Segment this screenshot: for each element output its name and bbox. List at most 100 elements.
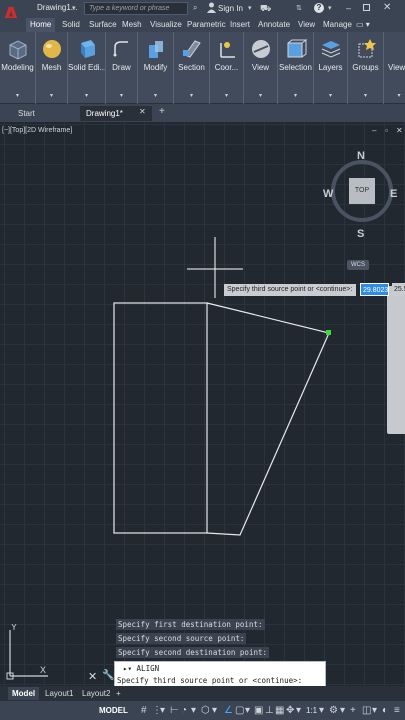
dynamic-input-field-2[interactable]: 25.5 — [392, 283, 405, 296]
close-icon[interactable]: ✕ — [383, 2, 391, 13]
exchange-icon[interactable]: ⇅ — [296, 4, 302, 12]
workspace-gear-icon[interactable]: ⚙ — [329, 705, 338, 717]
command-prompt[interactable]: Specify third source point or <continue>… — [117, 676, 302, 685]
isodraft-icon[interactable]: ⬡ — [201, 705, 210, 717]
sign-in-dropdown-icon[interactable]: ▾ — [248, 4, 252, 12]
chevron-down-icon[interactable]: ▾ — [138, 92, 173, 99]
snap-dropdown-icon[interactable]: ▾ — [160, 705, 165, 717]
tab-solid[interactable]: Solid — [62, 20, 80, 29]
chevron-down-icon[interactable]: ▾ — [106, 92, 137, 99]
sign-in-button[interactable]: Sign In — [218, 4, 243, 13]
chevron-down-icon[interactable]: ▾ — [68, 92, 105, 99]
close-tab-icon[interactable]: ✕ — [139, 107, 146, 116]
ucs-icon — [219, 42, 235, 58]
help-icon[interactable]: ? — [314, 3, 324, 13]
user-icon[interactable] — [207, 2, 216, 13]
annotation-scale-dropdown-icon[interactable]: ▾ — [319, 705, 324, 717]
navigation-bar[interactable] — [387, 286, 405, 434]
3d-osnap-icon[interactable]: ▣ — [254, 705, 263, 717]
minimize-icon[interactable]: – — [346, 3, 351, 13]
workspace-dropdown-icon[interactable]: ▾ — [340, 705, 345, 717]
panel-view[interactable]: View ▾ — [244, 32, 278, 104]
polar-dropdown-icon[interactable]: ▾ — [191, 705, 196, 717]
model-space-toggle[interactable]: MODEL — [99, 706, 128, 715]
isolate-objects-icon[interactable]: ◐ — [382, 705, 388, 717]
panel-layers[interactable]: Layers ▾ — [314, 32, 348, 104]
chevron-down-icon[interactable]: ▾ — [174, 92, 209, 99]
dynamic-input-field[interactable]: 29.8023 — [360, 283, 389, 296]
command-customize-icon[interactable]: 🔧 — [102, 670, 114, 681]
chevron-down-icon[interactable]: ▾ — [314, 92, 347, 99]
tab-annotate[interactable]: Annotate — [258, 20, 290, 29]
object-snap-dropdown-icon[interactable]: ▾ — [245, 705, 250, 717]
compass-south[interactable]: S — [357, 228, 364, 240]
ortho-icon[interactable]: ⊢ — [170, 705, 179, 717]
wcs-menu[interactable]: WCS — [347, 260, 369, 270]
chevron-down-icon[interactable]: ▾ — [348, 92, 383, 99]
title-bar: Drawing1... ▾ Type a keyword or phrase ⌕… — [0, 0, 405, 18]
viewcube-top-face[interactable]: TOP — [349, 178, 375, 204]
chevron-down-icon[interactable]: ▾ — [384, 92, 405, 99]
units-dropdown-icon[interactable]: ▾ — [372, 705, 377, 717]
command-line[interactable]: ▸▾ ALIGN Specify third source point or <… — [114, 661, 326, 687]
tab-layout2[interactable]: Layout2 — [78, 687, 114, 700]
ribbon: Modeling ▾ Mesh ▾ Solid Edi... ▾ Draw ▾ … — [0, 32, 405, 104]
dynamic-ucs-icon[interactable]: ⊥ — [265, 705, 274, 717]
panel-mesh[interactable]: Mesh ▾ — [36, 32, 68, 104]
tab-layout1[interactable]: Layout1 — [41, 687, 77, 700]
customization-menu-icon[interactable]: ≡ — [394, 705, 400, 717]
gizmo-icon[interactable]: ✥ — [286, 705, 294, 717]
panel-view-2[interactable]: View ▾ — [384, 32, 405, 104]
chevron-down-icon[interactable]: ▾ — [278, 92, 313, 99]
tab-surface[interactable]: Surface — [89, 20, 117, 29]
panel-modeling[interactable]: Modeling ▾ — [0, 32, 36, 104]
help-dropdown-icon[interactable]: ▾ — [328, 4, 332, 12]
chevron-down-icon[interactable]: ▾ — [0, 92, 35, 99]
panel-coordinates[interactable]: Coor... ▾ — [210, 32, 244, 104]
maximize-icon[interactable] — [363, 4, 370, 11]
panel-solid-editing[interactable]: Solid Edi... ▾ — [68, 32, 106, 104]
annotation-scale[interactable]: 1:1 — [306, 706, 317, 715]
search-input[interactable]: Type a keyword or phrase — [84, 2, 188, 15]
chevron-down-icon[interactable]: ▾ — [36, 92, 67, 99]
polar-icon[interactable]: ◔ — [181, 705, 187, 717]
tab-start[interactable]: Start — [12, 106, 76, 121]
tab-view[interactable]: View — [298, 20, 315, 29]
annotation-monitor-icon[interactable]: + — [350, 705, 356, 717]
panel-draw[interactable]: Draw ▾ — [106, 32, 138, 104]
grid-icon[interactable]: # — [141, 705, 147, 717]
new-tab-icon[interactable]: + — [159, 106, 165, 117]
cart-icon[interactable]: ⛟ — [260, 3, 271, 15]
compass-west[interactable]: W — [323, 188, 333, 200]
command-close-icon[interactable]: ✕ — [88, 670, 97, 683]
panel-modify[interactable]: Modify ▾ — [138, 32, 174, 104]
tab-manage[interactable]: Manage — [323, 20, 352, 29]
object-snap-icon[interactable]: ▢ — [235, 705, 244, 717]
tab-visualize[interactable]: Visualize — [150, 20, 182, 29]
panel-groups[interactable]: Groups ▾ — [348, 32, 384, 104]
object-snap-tracking-icon[interactable]: ∠ — [224, 705, 233, 717]
selection-filter-icon[interactable]: ▦ — [275, 705, 284, 717]
ribbon-options-icon[interactable]: ▭ ▾ — [356, 20, 370, 29]
viewcube[interactable]: TOP N S E W — [323, 150, 401, 246]
search-binoculars-icon[interactable]: ⌕ — [193, 3, 197, 13]
compass-north[interactable]: N — [357, 150, 365, 162]
title-dropdown-icon[interactable]: ▾ — [72, 4, 76, 12]
tab-model[interactable]: Model — [8, 687, 40, 700]
tab-mesh[interactable]: Mesh — [122, 20, 142, 29]
panel-selection[interactable]: Selection ▾ — [278, 32, 314, 104]
gizmo-dropdown-icon[interactable]: ▾ — [296, 705, 301, 717]
units-icon[interactable]: ◫ — [362, 705, 371, 717]
new-layout-icon[interactable]: + — [112, 687, 125, 700]
tab-insert[interactable]: Insert — [230, 20, 250, 29]
chevron-down-icon[interactable]: ▾ — [210, 92, 243, 99]
drawing-viewport[interactable]: [−][Top][2D Wireframe] – ▫ ✕ TOP N S E W… — [0, 122, 405, 686]
panel-section[interactable]: Section ▾ — [174, 32, 210, 104]
chevron-down-icon[interactable]: ▾ — [244, 92, 277, 99]
tab-home[interactable]: Home — [26, 18, 56, 32]
isodraft-dropdown-icon[interactable]: ▾ — [212, 705, 217, 717]
command-history-line: Specify first destination point: — [116, 619, 265, 630]
tab-parametric[interactable]: Parametric — [187, 20, 226, 29]
compass-east[interactable]: E — [390, 188, 397, 200]
command-history-line: Specify second destination point: — [116, 647, 270, 658]
